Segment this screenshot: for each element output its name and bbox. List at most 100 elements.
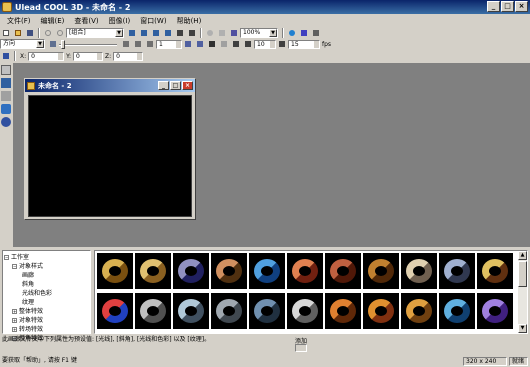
move-object-icon[interactable] xyxy=(138,28,149,38)
zoom-select[interactable]: 100% ▼ xyxy=(240,28,278,38)
object-manager-icon[interactable] xyxy=(1,117,11,127)
tree-item[interactable]: 纹理 xyxy=(4,298,89,307)
group-select[interactable]: [组合] ▼ xyxy=(66,28,124,38)
play-icon[interactable] xyxy=(206,39,217,49)
preset-thumbnail[interactable] xyxy=(173,253,209,289)
spin-icon[interactable] xyxy=(314,40,319,48)
rotate-object-icon[interactable] xyxy=(150,28,161,38)
tree-item[interactable]: + 对象特效 xyxy=(4,316,89,325)
context-help-icon[interactable] xyxy=(310,28,321,38)
spin-icon[interactable] xyxy=(137,52,143,60)
tree-item[interactable]: − 工作室 xyxy=(4,253,89,262)
first-frame-icon[interactable] xyxy=(230,39,241,49)
add-text-icon[interactable] xyxy=(174,28,185,38)
tree-item[interactable]: 光线和色彩 xyxy=(4,289,89,298)
preset-thumbnail[interactable] xyxy=(363,293,399,329)
save-icon[interactable] xyxy=(24,28,35,38)
plugin-icon[interactable] xyxy=(298,28,309,38)
expand-icon[interactable]: + xyxy=(12,318,17,323)
preset-thumbnail[interactable] xyxy=(97,293,133,329)
spin-icon[interactable] xyxy=(97,52,103,60)
tree-item[interactable]: − 对象样式 xyxy=(4,262,89,271)
geometric-shape-icon[interactable] xyxy=(1,104,11,114)
maximize-button[interactable]: □ xyxy=(501,1,514,12)
menu-file[interactable]: 文件(F) xyxy=(2,16,36,26)
menu-help[interactable]: 帮助(H) xyxy=(172,16,207,26)
menu-window[interactable]: 窗口(W) xyxy=(135,16,171,26)
preset-thumbnail[interactable] xyxy=(401,293,437,329)
x-field[interactable]: 0 xyxy=(28,51,65,61)
insert-text-icon[interactable] xyxy=(1,65,11,75)
expand-icon[interactable]: + xyxy=(12,327,17,332)
frame-rate-icon[interactable] xyxy=(276,39,287,49)
preset-thumbnail[interactable] xyxy=(135,253,171,289)
redo-icon[interactable] xyxy=(54,28,65,38)
position-mode-icon[interactable] xyxy=(0,51,11,61)
stop-icon[interactable] xyxy=(218,39,229,49)
preset-thumbnail[interactable] xyxy=(249,253,285,289)
preset-thumbnail[interactable] xyxy=(477,253,513,289)
preset-thumbnail[interactable] xyxy=(97,253,133,289)
tree-item[interactable]: + 整体特效 xyxy=(4,307,89,316)
preset-thumbnail[interactable] xyxy=(325,293,361,329)
preset-thumbnail[interactable] xyxy=(249,293,285,329)
close-button[interactable]: × xyxy=(515,1,528,12)
collapse-icon[interactable]: − xyxy=(4,255,9,260)
menu-view[interactable]: 查看(V) xyxy=(69,16,103,26)
frame-number-field[interactable]: 1 xyxy=(156,39,182,49)
timeline-thumb[interactable] xyxy=(61,39,65,49)
last-frame-icon[interactable] xyxy=(242,39,253,49)
tree-item[interactable]: + 转场特效 xyxy=(4,325,89,334)
preset-thumbnail[interactable] xyxy=(325,253,361,289)
scroll-thumb[interactable] xyxy=(518,261,527,287)
web-export-icon[interactable] xyxy=(286,28,297,38)
scroll-down-icon[interactable]: ▼ xyxy=(518,324,527,333)
render-canvas[interactable] xyxy=(28,95,192,217)
light-icon[interactable] xyxy=(204,28,215,38)
undo-icon[interactable] xyxy=(42,28,53,38)
add-button[interactable] xyxy=(295,344,307,352)
reverse-icon[interactable] xyxy=(144,39,155,49)
gallery-scrollbar[interactable]: ▲ ▼ xyxy=(518,251,527,333)
keyframe-icon[interactable] xyxy=(47,39,58,49)
menu-image[interactable]: 图像(I) xyxy=(104,16,136,26)
preset-thumbnail[interactable] xyxy=(287,293,323,329)
collapse-icon[interactable]: − xyxy=(12,264,17,269)
add-keyframe-icon[interactable] xyxy=(120,39,131,49)
preset-thumbnail[interactable] xyxy=(363,253,399,289)
doc-minimize-button[interactable]: _ xyxy=(158,81,169,90)
insert-graphic-icon[interactable] xyxy=(1,91,11,101)
preview-icon[interactable] xyxy=(228,28,239,38)
preset-thumbnail[interactable] xyxy=(211,293,247,329)
menu-edit[interactable]: 编辑(E) xyxy=(36,16,70,26)
tree-item[interactable]: 画廊 xyxy=(4,271,89,280)
doc-close-button[interactable]: × xyxy=(182,81,193,90)
direction-select[interactable]: 方向 ▼ xyxy=(0,39,45,49)
preset-thumbnail[interactable] xyxy=(439,293,475,329)
camera-icon[interactable] xyxy=(216,28,227,38)
select-object-icon[interactable] xyxy=(126,28,137,38)
preset-thumbnail[interactable] xyxy=(211,253,247,289)
minimize-button[interactable]: _ xyxy=(487,1,500,12)
preset-thumbnail[interactable] xyxy=(477,293,513,329)
resize-object-icon[interactable] xyxy=(162,28,173,38)
preset-thumbnail[interactable] xyxy=(401,253,437,289)
doc-maximize-button[interactable]: □ xyxy=(170,81,181,90)
fps-field[interactable]: 15 xyxy=(288,39,320,49)
tree-item[interactable]: 斜角 xyxy=(4,280,89,289)
spin-icon[interactable] xyxy=(270,40,275,48)
edit-text-icon[interactable] xyxy=(186,28,197,38)
timeline-slider[interactable] xyxy=(59,39,117,49)
remove-keyframe-icon[interactable] xyxy=(132,39,143,49)
preset-thumbnail[interactable] xyxy=(287,253,323,289)
open-file-icon[interactable] xyxy=(12,28,23,38)
preset-thumbnail[interactable] xyxy=(439,253,475,289)
spin-icon[interactable] xyxy=(176,40,181,48)
preset-thumbnail[interactable] xyxy=(135,293,171,329)
scroll-up-icon[interactable]: ▲ xyxy=(518,251,527,260)
edit-text-icon[interactable] xyxy=(1,78,11,88)
ping-pong-icon[interactable] xyxy=(194,39,205,49)
spin-icon[interactable] xyxy=(58,52,64,60)
expand-icon[interactable]: + xyxy=(12,309,17,314)
new-file-icon[interactable] xyxy=(0,28,11,38)
